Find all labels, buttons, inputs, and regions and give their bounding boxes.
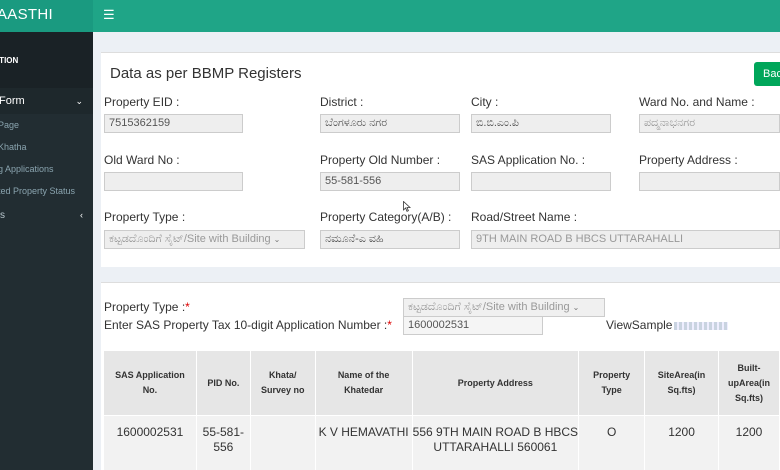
menu-toggle-icon[interactable]: ☰ [103,8,115,22]
property-address-field[interactable] [639,172,780,191]
table-header-row: SAS Application No. PID No. Khata/ Surve… [103,350,780,416]
property-type-value: ಕಟ್ಟಡದೊಂದಿಗೆ ಸೈಟ್/Site with Building [109,233,271,245]
sas-property-type-value: ಕಟ್ಟಡದೊಂದಿಗೆ ಸೈಟ್/Site with Building [408,301,570,313]
table-cell: O [578,415,646,470]
sidebar-subitem-applications[interactable]: g Applications [0,158,93,180]
column-header: Name of the Khatedar [314,350,413,416]
property-type-select[interactable]: ಕಟ್ಟಡದೊಂದಿಗೆ ಸೈಟ್/Site with Building ⌄ [104,230,305,249]
column-header: Khata/ Survey no [249,350,316,416]
application-results-table: SAS Application No. PID No. Khata/ Surve… [103,350,780,470]
old-ward-label: Old Ward No : [104,153,180,167]
table-cell [249,415,316,470]
sidebar-item-section[interactable]: s ‹ [0,202,93,228]
chevron-down-icon: ⌄ [572,303,580,312]
old-ward-field[interactable] [104,172,243,191]
sidebar-subitem-page[interactable]: Page [0,114,93,136]
property-category-label: Property Category(A/B) : [320,210,452,224]
sas-application-label: SAS Application No. : [471,153,586,167]
property-eid-label: Property EID : [104,95,180,109]
table-cell: 1200 [718,415,780,470]
old-number-label: Property Old Number : [320,153,441,167]
brand-logo-text[interactable]: AASTHI [0,0,93,32]
table-cell: 1200 [644,415,719,470]
city-field[interactable]: ಬಿ.ಬಿ.ಎಂ.ಪಿ [471,114,611,133]
ward-label: Ward No. and Name : [639,95,755,109]
ward-field[interactable]: ಪದ್ಮನಾಭನಗರ [639,114,780,133]
sas-property-type-select[interactable]: ಕಟ್ಟಡದೊಂದಿಗೆ ಸೈಟ್/Site with Building ⌄ [403,298,605,317]
chevron-down-icon: ⌄ [273,235,281,244]
sidebar: AASTHI ATION Form ⌄ Page Khatha g Applic… [0,0,93,470]
column-header: PID No. [195,350,251,416]
property-address-label: Property Address : [639,153,738,167]
sidebar-subitem-property-status[interactable]: ted Property Status [0,180,93,202]
property-type-label: Property Type : [104,210,186,224]
sas-number-label: Enter SAS Property Tax 10-digit Applicat… [104,318,392,332]
top-header: ☰ [93,0,780,32]
sas-application-field[interactable] [471,172,611,191]
column-header: SAS Application No. [103,350,197,416]
road-street-label: Road/Street Name : [471,210,578,224]
chevron-down-icon: ⌄ [75,95,83,106]
property-eid-field[interactable]: 7515362159 [104,114,243,133]
table-cell: 556 9TH MAIN ROAD B HBCS UTTARAHALLI 560… [411,415,580,470]
view-sample-link[interactable]: ViewSample [606,318,729,332]
column-header: SiteArea(in Sq.fts) [644,350,719,416]
column-header: Property Address [411,350,580,416]
sidebar-subitem-khatha[interactable]: Khatha [0,136,93,158]
sidebar-header: ATION [0,32,93,88]
sample-image-icon [674,321,729,330]
district-field[interactable]: ಬೆಂಗಳೂರು ನಗರ [320,114,460,133]
sas-property-type-label: Property Type :* [104,300,190,314]
sas-number-input[interactable]: 1600002531 [403,316,543,335]
chevron-left-icon: ‹ [80,210,83,220]
sidebar-item-label: Form [0,95,25,107]
table-cell: 1600002531 [103,415,197,470]
old-number-field[interactable]: 55-581-556 [320,172,460,191]
column-header: Property Type [578,350,646,416]
property-category-field[interactable]: ನಮೂನೆ-ಎ ವಹಿ [320,230,460,249]
city-label: City : [471,95,499,109]
table-cell: 55-581-556 [195,415,251,470]
column-header: Built-upArea(in Sq.fts) [718,350,780,416]
table-row[interactable]: 1600002531 55-581-556 K V HEMAVATHI 556 … [103,415,780,470]
sidebar-item-label: s [0,209,5,221]
district-label: District : [320,95,364,109]
card-title: Data as per BBMP Registers [110,65,302,82]
road-street-field[interactable]: 9TH MAIN ROAD B HBCS UTTARAHALLI [471,230,780,249]
sidebar-item-form[interactable]: Form ⌄ [0,88,93,114]
back-button[interactable]: Bac [754,62,780,86]
table-cell: K V HEMAVATHI [314,415,413,470]
mouse-cursor-icon [403,201,411,212]
